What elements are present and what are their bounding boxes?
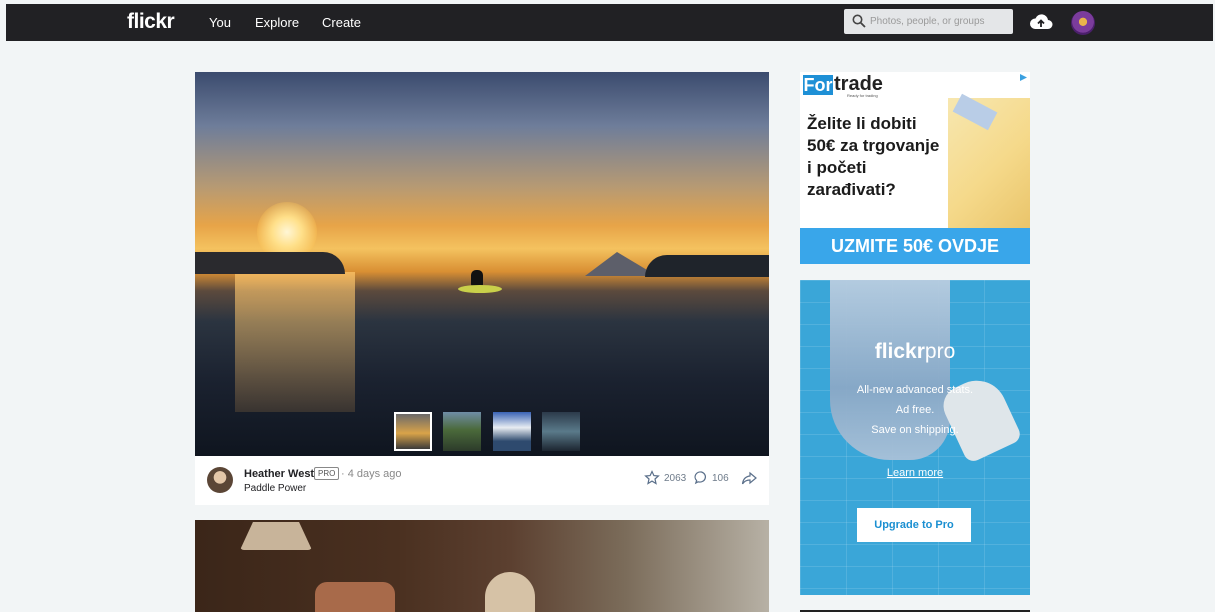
author-name[interactable]: Heather West	[244, 468, 314, 480]
adchoices-icon[interactable]	[1019, 73, 1028, 82]
search-input[interactable]	[870, 13, 1008, 30]
fortrade-cta-button[interactable]: UZMITE 50€ OVDJE	[800, 228, 1030, 264]
user-avatar[interactable]	[1071, 11, 1095, 35]
ad-flickr-pro: flickrpro All-new advanced stats. Ad fre…	[800, 280, 1030, 595]
shoreline-left	[195, 252, 345, 274]
share-icon[interactable]	[741, 470, 757, 486]
fortrade-headline: Želite li dobiti 50€ za trgovanje i poče…	[807, 114, 940, 199]
thumbnail-1[interactable]	[394, 412, 432, 451]
fave-count: 2063	[664, 473, 687, 484]
pro-feature-stats: All-new advanced stats.	[856, 384, 974, 396]
flickr-pro-logo: flickrpro	[874, 340, 956, 363]
ad-fortrade[interactable]: For trade Ready for trading Želite li do…	[800, 72, 1030, 264]
author-avatar[interactable]	[207, 467, 233, 493]
kayaker	[471, 270, 483, 286]
top-nav: flickr You Explore Create	[6, 4, 1213, 41]
upload-cloud-icon[interactable]	[1029, 12, 1053, 32]
chair-shape	[315, 582, 395, 612]
comment-icon[interactable]	[694, 470, 709, 485]
lamp-shape	[240, 522, 312, 550]
star-icon[interactable]	[644, 470, 660, 486]
nav-create[interactable]: Create	[322, 15, 361, 30]
water-glare	[235, 272, 355, 412]
thumbnail-3[interactable]	[493, 412, 531, 451]
photo-second[interactable]	[195, 520, 769, 612]
fortrade-tagline: Ready for trading	[847, 93, 878, 98]
nav-you[interactable]: You	[209, 15, 231, 30]
flickr-logo[interactable]: flickr	[127, 10, 175, 34]
search-box[interactable]	[844, 9, 1013, 34]
shoreline-right	[645, 255, 769, 277]
search-icon	[852, 14, 866, 28]
photo-title[interactable]: Paddle Power	[244, 483, 306, 494]
pro-feature-shipping: Save on shipping.	[871, 424, 959, 436]
pro-badge: PRO	[314, 467, 340, 480]
thumbnail-4[interactable]	[542, 412, 580, 451]
learn-more-link[interactable]: Learn more	[800, 467, 1030, 479]
photo-paddle-power[interactable]	[195, 72, 769, 456]
posted-time: · 4 days ago	[341, 468, 402, 480]
kayak	[458, 285, 502, 293]
comment-count: 106	[712, 473, 729, 484]
pro-feature-adfree: Ad free.	[895, 404, 935, 416]
upgrade-to-pro-button[interactable]: Upgrade to Pro	[857, 508, 971, 542]
fortrade-logo-box: For	[803, 75, 833, 95]
nav-explore[interactable]: Explore	[255, 15, 299, 30]
person-shape	[485, 572, 535, 612]
thumbnail-2[interactable]	[443, 412, 481, 451]
photo-meta-bar: Heather West PRO · 4 days ago Paddle Pow…	[195, 456, 769, 505]
